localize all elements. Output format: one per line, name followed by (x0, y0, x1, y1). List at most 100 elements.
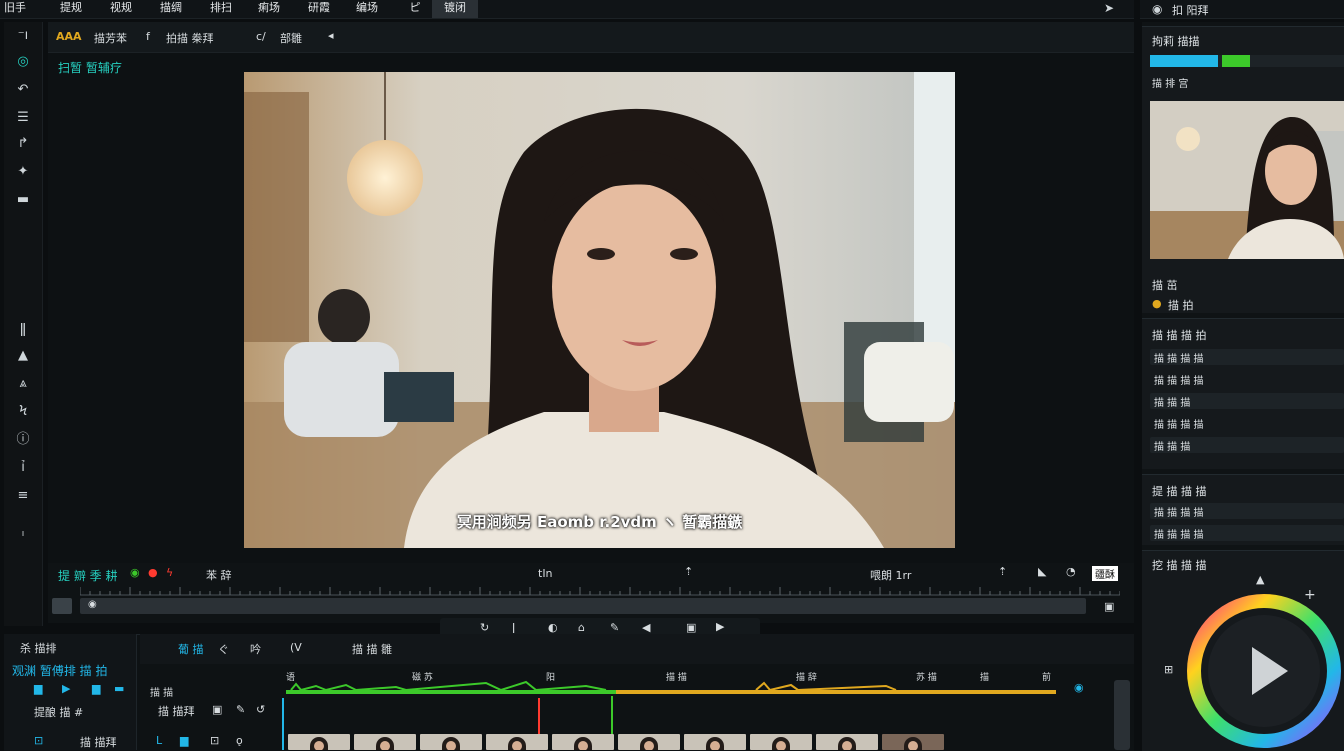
clip-thumbnail[interactable] (420, 734, 482, 750)
menu-item-7[interactable]: 编场 (344, 0, 390, 18)
section2-row-3[interactable]: 描 描 描 描 (1150, 415, 1344, 431)
menu-item-3[interactable]: 描绸 (148, 0, 194, 18)
text-icon[interactable]: Ϟ (4, 402, 42, 422)
track-mute-icon[interactable]: ▣ (212, 703, 222, 716)
timeline-header-label-1[interactable]: ぐ (218, 641, 229, 657)
track-select-icon[interactable]: ▆ (180, 734, 188, 747)
clip-thumbnail[interactable] (618, 734, 680, 750)
menu-item-4[interactable]: 排扫 (198, 0, 244, 18)
video-preview[interactable]: 冥用涧频另 Eaomb r.2vdm ヽ 暂霸描鏃 (244, 72, 955, 548)
warning-icon[interactable]: ▲ (1256, 573, 1264, 586)
minus-icon[interactable]: ⁻ı (4, 26, 42, 46)
dot-icon[interactable]: ı (4, 524, 42, 544)
up-arrow-icon[interactable]: ⇡ (684, 565, 693, 578)
timeline-header-label-3[interactable]: (V (290, 641, 302, 654)
menu-item-1[interactable]: 提规 (48, 0, 94, 18)
export-icon[interactable]: ▣ (686, 621, 696, 634)
scrub-bar[interactable]: ◉ (80, 598, 1086, 614)
up-icon[interactable]: ⇡ (998, 565, 1007, 578)
snap-icon[interactable]: ✎ (610, 621, 619, 634)
info-icon[interactable]: ⓘ (4, 430, 42, 450)
track-link-icon[interactable]: ↺ (256, 703, 265, 716)
panel-icon[interactable]: ▬ (4, 190, 42, 210)
shapes-icon[interactable]: ⩓ (4, 374, 42, 394)
prev-icon[interactable]: ◐ (548, 621, 558, 634)
section2-title: 描 描 描 拍 (1152, 329, 1207, 342)
text-style-button[interactable]: AAA (56, 30, 82, 43)
timeline-header-label-2[interactable]: 吟 (250, 641, 261, 657)
section2-row-2[interactable]: 描 描 描 (1150, 393, 1344, 409)
timeline-vertical-scrollbar[interactable] (1114, 680, 1130, 750)
clip-thumbnail[interactable] (882, 734, 944, 750)
stack-icon[interactable]: ≡ (4, 486, 42, 506)
toolbar-label-1[interactable]: 描芳苯 (94, 30, 127, 46)
timeline-track-name: 描 描拜 (158, 705, 195, 718)
toolbar-label-5[interactable]: 部雛 (280, 30, 302, 46)
clock-icon[interactable]: ◔ (1066, 565, 1076, 578)
timeline-header-label-0[interactable]: 葡 描 (178, 641, 204, 657)
marker-icon[interactable]: ϟ (166, 566, 173, 579)
track-fx-icon[interactable]: L (156, 734, 162, 747)
clip-thumbnail[interactable] (684, 734, 746, 750)
split-icon[interactable]: ǁ (4, 320, 42, 340)
undo-icon[interactable]: ↶ (4, 80, 42, 100)
record-green-icon[interactable]: ◉ (130, 566, 140, 579)
track-sync-icon[interactable]: ▬ (114, 682, 124, 695)
clip-thumbnail[interactable] (552, 734, 614, 750)
section3-row-1[interactable]: 描 描 描 描 (1150, 525, 1344, 541)
record-red-icon[interactable]: ● (148, 566, 158, 579)
menu-item-6[interactable]: 研霞 (296, 0, 342, 18)
section2-row-4[interactable]: 描 描 描 (1150, 437, 1344, 453)
section1-sub: 描 排 宫 (1152, 79, 1189, 90)
track-pin-icon[interactable]: ǫ (236, 734, 243, 747)
trim-icon[interactable]: ǀ (512, 621, 515, 634)
toolbar-label-3[interactable]: 拍描 桊拜 (166, 30, 214, 46)
playhead[interactable] (538, 698, 540, 734)
fullscreen-icon[interactable]: ▣ (1104, 600, 1114, 613)
thumbnail-toggle[interactable] (52, 598, 72, 614)
menu-item-5[interactable]: 痢场 (246, 0, 292, 18)
toolbar-label-4[interactable]: c/ (256, 30, 266, 43)
section3-row-0[interactable]: 描 描 描 描 (1150, 503, 1344, 519)
audio-icon[interactable]: ◀ (642, 621, 650, 634)
grid-icon[interactable]: ☰ (4, 108, 42, 128)
section2-row-0[interactable]: 描 描 描 描 (1150, 349, 1344, 365)
track-play-icon[interactable]: ▶ (62, 682, 70, 695)
orange-dot-icon[interactable]: ● (1152, 297, 1162, 310)
clip-thumbnail[interactable] (816, 734, 878, 750)
send-icon[interactable]: ➤ (1104, 1, 1114, 15)
clip-thumbnail[interactable] (354, 734, 416, 750)
menu-item-2[interactable]: 视规 (98, 0, 144, 18)
eye-icon[interactable]: ◉ (88, 599, 97, 610)
circle-icon[interactable]: ◎ (4, 52, 42, 72)
track-grid-icon[interactable]: ⊡ (210, 734, 219, 747)
color-wheel[interactable] (1186, 593, 1342, 749)
menu-item-0[interactable]: 旧手 (0, 0, 30, 18)
track-audio-icon[interactable]: ⊡ (34, 734, 43, 747)
cursor-icon[interactable]: ỉ (4, 458, 42, 478)
track-lock-icon[interactable]: ▆ (92, 682, 100, 695)
timeline-end-marker-icon[interactable]: ◉ (1074, 681, 1084, 694)
flag-icon[interactable]: ◣ (1038, 565, 1046, 578)
menu-item-9[interactable]: 镀闭 (432, 0, 478, 18)
play-icon[interactable]: ▶ (716, 620, 724, 633)
loop-icon[interactable]: ↻ (480, 621, 489, 634)
section2-row-1[interactable]: 描 描 描 描 (1150, 371, 1344, 387)
track-video-icon[interactable]: ▆ (34, 682, 42, 695)
clip-thumbnail[interactable] (750, 734, 812, 750)
clip-thumbnail[interactable] (288, 734, 350, 750)
timeline-header-label-4[interactable]: 描 描 雛 (352, 641, 392, 657)
move-icon[interactable]: ✦ (4, 162, 42, 182)
settings-icon[interactable]: ◉ (1152, 2, 1162, 16)
layers-icon[interactable]: ▲ (4, 346, 42, 366)
color-tool-icon[interactable]: ⊞ (1164, 663, 1173, 676)
timecode-badge[interactable]: 疆酥 (1092, 566, 1118, 581)
clip-thumbnail[interactable] (486, 734, 548, 750)
camera-icon[interactable]: ⌂ (578, 621, 585, 634)
track-solo-icon[interactable]: ✎ (236, 703, 245, 716)
pin-icon[interactable]: ◂ (328, 29, 334, 42)
toolbar-label-2[interactable]: f (146, 30, 150, 43)
inspector-thumbnail[interactable] (1150, 101, 1344, 259)
pen-icon[interactable]: ↱ (4, 134, 42, 154)
in-point-marker[interactable] (282, 698, 284, 750)
